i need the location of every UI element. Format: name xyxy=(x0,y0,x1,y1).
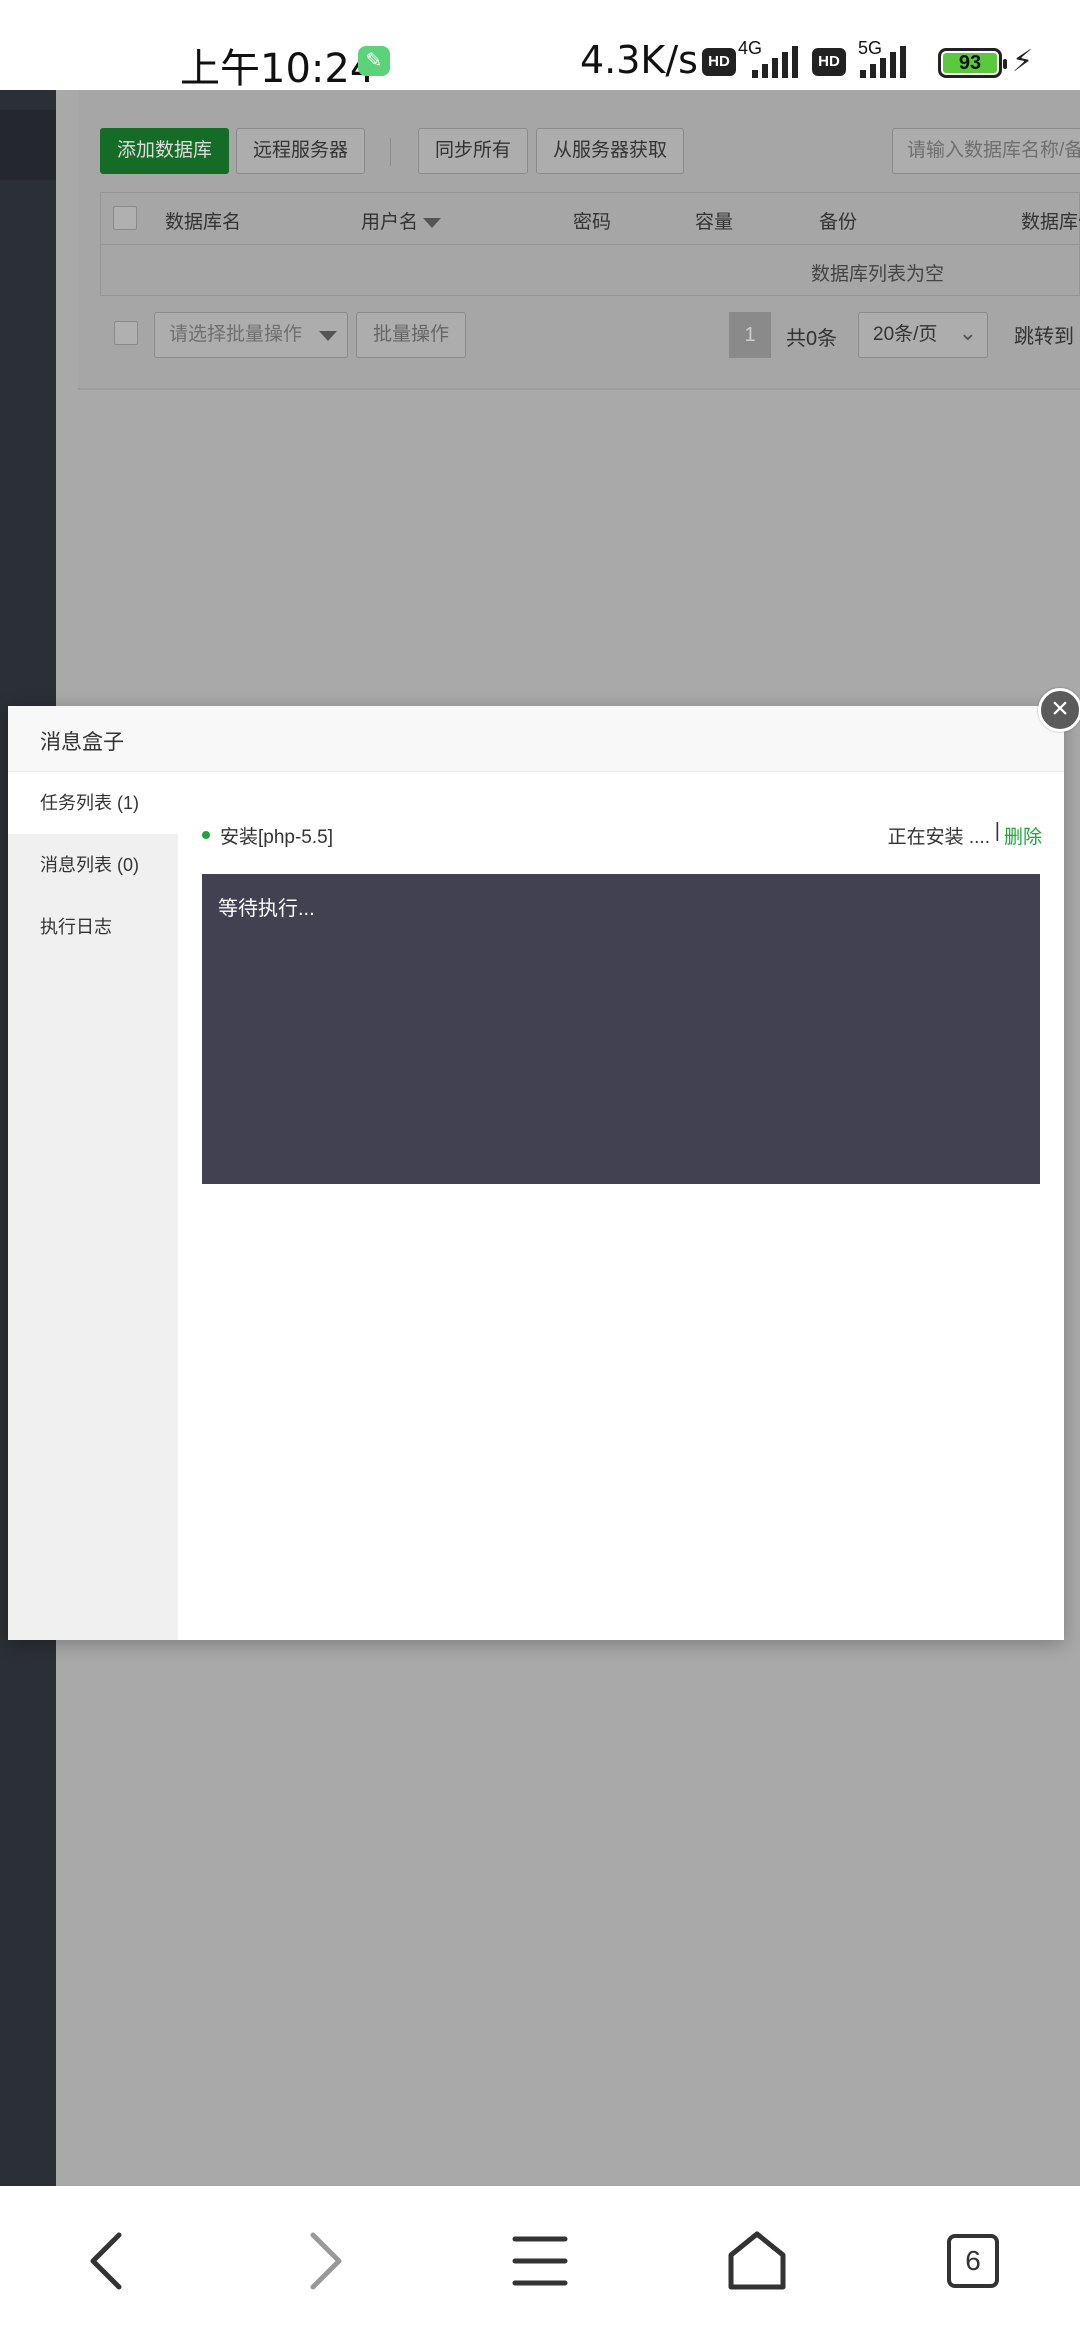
column-db-location: 数据库位置 xyxy=(1021,212,1080,233)
browser-bottom-nav: 6 xyxy=(0,2186,1080,2340)
task-status-dot xyxy=(202,831,210,839)
battery-level: 93 xyxy=(943,53,997,73)
dropdown-caret-icon xyxy=(319,331,337,341)
modal-close-button[interactable]: × xyxy=(1038,688,1080,732)
task-name: 安装[php-5.5] xyxy=(220,827,333,848)
select-all-checkbox[interactable] xyxy=(113,206,137,230)
pagination-total: 共0条 xyxy=(786,328,838,350)
back-button[interactable] xyxy=(62,2216,152,2306)
sync-all-button[interactable]: 同步所有 xyxy=(418,128,529,174)
modal-sidebar: 任务列表 (1) 消息列表 (0) 执行日志 xyxy=(8,772,178,1640)
task-delete-link[interactable]: 删除 xyxy=(1004,822,1042,849)
menu-button[interactable] xyxy=(495,2216,585,2306)
message-box-modal: 消息盒子 任务列表 (1) 消息列表 (0) 执行日志 安装[php-5.5] … xyxy=(8,706,1064,1640)
battery-icon: 93 xyxy=(938,48,1007,78)
close-icon: × xyxy=(1051,692,1069,725)
status-bar: 上午10:24 ✎ 4.3K/s HD 4G HD 5G 93 ⚡ xyxy=(0,0,1080,92)
sort-caret-icon xyxy=(423,217,442,228)
tabs-button[interactable]: 6 xyxy=(928,2216,1018,2306)
modal-content: 安装[php-5.5] 正在安装 .... | 删除 等待执行... xyxy=(178,772,1064,1640)
tab-message-list[interactable]: 消息列表 (0) xyxy=(8,834,178,896)
signal-strength-icon xyxy=(860,46,906,78)
batch-operation-select[interactable]: 请选择批量操作 xyxy=(154,312,348,358)
column-username-label: 用户名 xyxy=(361,212,419,233)
task-separator: | xyxy=(994,820,1000,842)
column-backup: 备份 xyxy=(819,212,858,233)
per-page-select[interactable]: 20条/页 ⌄ xyxy=(858,312,988,358)
charging-icon: ⚡ xyxy=(1012,45,1034,78)
wrench-app-icon: ✎ xyxy=(358,46,390,76)
column-capacity: 容量 xyxy=(695,212,734,233)
task-status: 正在安装 .... xyxy=(887,827,990,848)
sidebar-active-item xyxy=(0,110,56,180)
task-console-output: 等待执行... xyxy=(202,874,1040,1184)
add-database-button[interactable]: 添加数据库 xyxy=(100,128,230,174)
column-db-name[interactable]: 数据库名 xyxy=(165,207,241,234)
batch-select-checkbox[interactable] xyxy=(114,321,138,345)
empty-table-text: 数据库列表为空 xyxy=(811,264,945,285)
fetch-from-server-button[interactable]: 从服务器获取 xyxy=(536,128,685,174)
home-icon xyxy=(728,2231,786,2290)
remote-server-button[interactable]: 远程服务器 xyxy=(236,128,366,174)
network-speed: 4.3K/s xyxy=(580,38,698,82)
pagination-jump-label: 跳转到 xyxy=(1014,326,1074,348)
column-password: 密码 xyxy=(573,212,612,233)
tab-count: 6 xyxy=(965,2245,981,2276)
tab-count-icon: 6 xyxy=(947,2234,999,2288)
modal-title: 消息盒子 xyxy=(40,731,124,754)
per-page-value: 20条/页 xyxy=(873,324,938,345)
signal-strength-icon xyxy=(752,46,798,78)
batch-select-placeholder: 请选择批量操作 xyxy=(169,324,303,345)
database-table: 数据库名 用户名 密码 容量 备份 数据库位置 数据库列表为空 xyxy=(100,192,1080,296)
hd-volte-icon: HD xyxy=(812,48,846,76)
pagination-current-page[interactable]: 1 xyxy=(729,312,771,358)
tab-execution-log[interactable]: 执行日志 xyxy=(8,896,178,958)
back-arrow-icon xyxy=(90,2232,122,2290)
tab-task-list[interactable]: 任务列表 (1) xyxy=(8,772,178,834)
forward-arrow-icon xyxy=(310,2232,342,2290)
table-header: 数据库名 用户名 密码 容量 备份 数据库位置 xyxy=(101,193,1080,245)
batch-operation-button[interactable]: 批量操作 xyxy=(356,312,467,358)
column-username[interactable]: 用户名 xyxy=(361,207,442,234)
forward-button[interactable] xyxy=(280,2216,370,2306)
status-time: 上午10:24 xyxy=(180,46,376,92)
modal-header: 消息盒子 xyxy=(8,706,1064,772)
chevron-down-icon: ⌄ xyxy=(958,320,977,345)
menu-icon xyxy=(512,2236,568,2286)
hd-volte-icon: HD xyxy=(702,48,736,76)
home-button[interactable] xyxy=(712,2216,802,2306)
database-search-input[interactable]: 请输入数据库名称/备注 xyxy=(892,128,1080,174)
toolbar-divider xyxy=(390,138,391,166)
